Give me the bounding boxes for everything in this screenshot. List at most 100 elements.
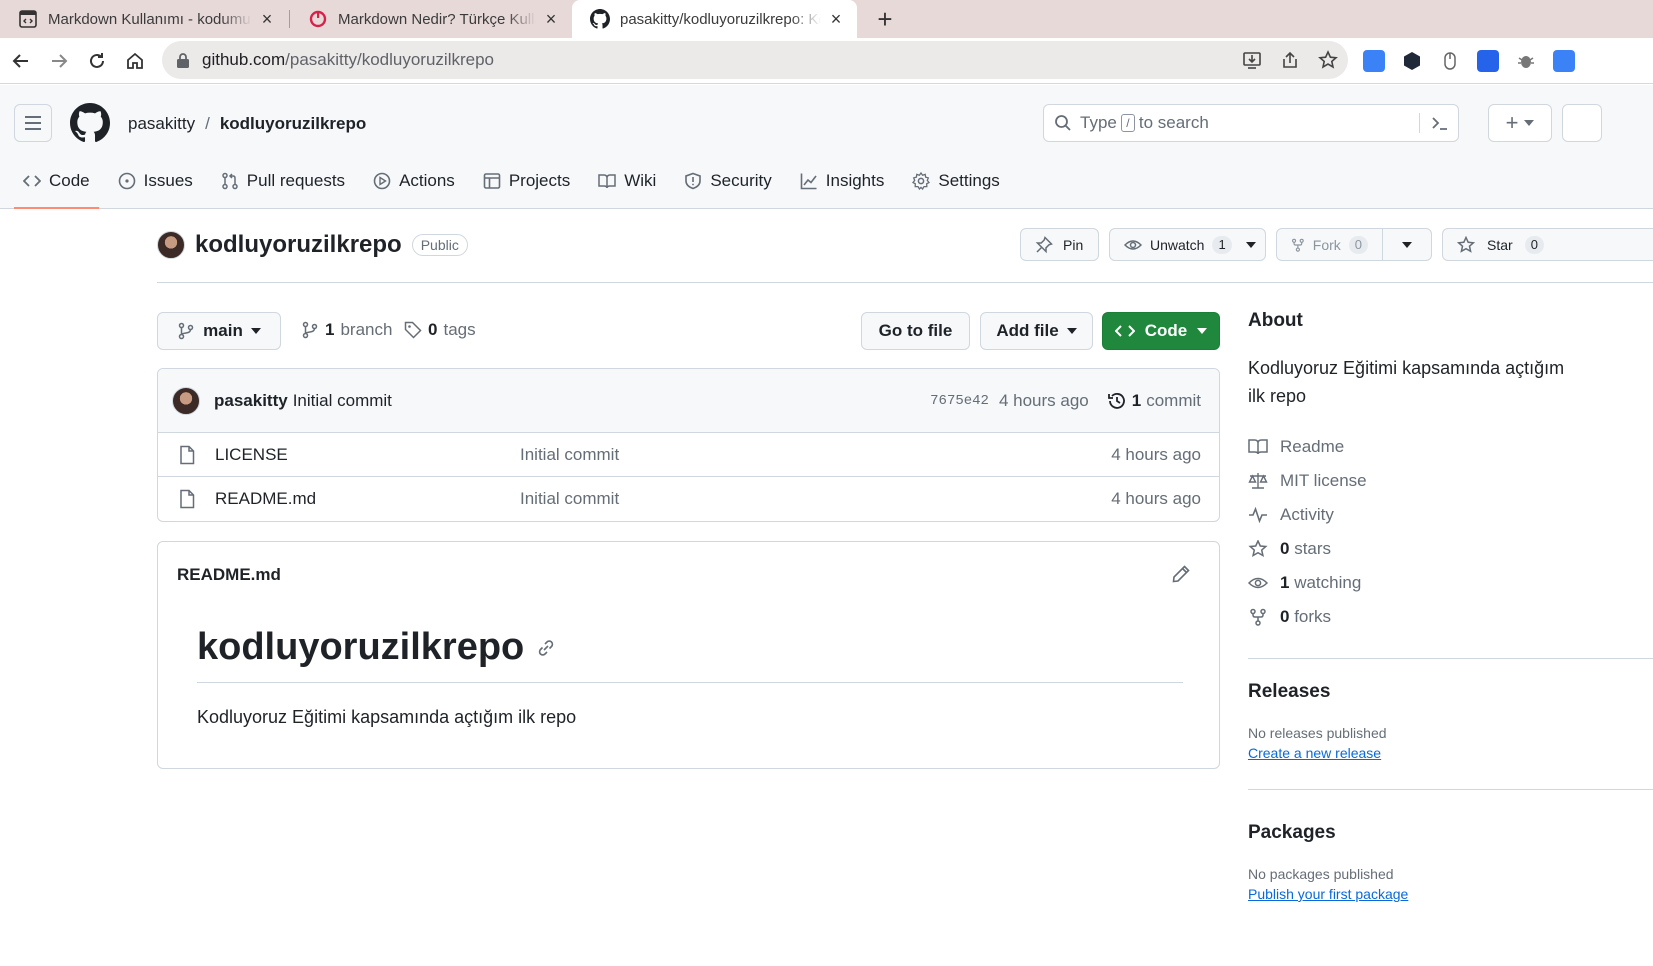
branches-link[interactable]: 1 branch xyxy=(301,320,392,340)
pin-button[interactable]: Pin xyxy=(1020,228,1099,261)
file-commit-message[interactable]: Initial commit xyxy=(520,445,619,465)
extension-icon-wave[interactable] xyxy=(1477,50,1499,72)
branch-count: 1 xyxy=(325,320,335,339)
search-input[interactable]: Type / to search xyxy=(1043,104,1459,142)
packages-title[interactable]: Packages xyxy=(1248,822,1653,844)
branch-icon xyxy=(178,322,194,340)
install-icon[interactable] xyxy=(1242,50,1262,70)
reload-button[interactable] xyxy=(82,46,112,76)
anchor-link-icon[interactable] xyxy=(536,638,556,658)
browser-tab-github-repo[interactable]: pasakitty/kodluyoruzilkrepo: Kodluyoruz … xyxy=(572,0,857,38)
extension-icon-search[interactable] xyxy=(1363,50,1385,72)
extension-icon-bug[interactable] xyxy=(1515,50,1537,72)
go-to-file-button[interactable]: Go to file xyxy=(861,312,970,350)
commit-history-link[interactable]: 1 commit xyxy=(1107,391,1201,411)
tab-security[interactable]: Security xyxy=(675,155,780,207)
search-divider xyxy=(1419,113,1420,133)
tab-actions[interactable]: Actions xyxy=(364,155,464,207)
avatar[interactable] xyxy=(172,386,200,415)
command-palette-icon[interactable] xyxy=(1430,113,1450,133)
tab-code[interactable]: Code xyxy=(14,155,99,209)
readme-panel: README.md kodluyoruzilkrepo Kodluyoruz E… xyxy=(157,541,1220,769)
extension-icon-hex[interactable] xyxy=(1401,50,1423,72)
tab-pull-requests[interactable]: Pull requests xyxy=(212,155,354,207)
back-button[interactable] xyxy=(6,46,36,76)
address-bar-actions xyxy=(1242,50,1338,70)
pull-request-icon xyxy=(222,172,238,190)
close-tab-icon[interactable]: × xyxy=(542,9,560,29)
license-link[interactable]: MIT license xyxy=(1248,464,1653,498)
tags-link[interactable]: 0 tags xyxy=(404,320,476,340)
publish-package-link[interactable]: Publish your first package xyxy=(1248,886,1653,902)
address-bar[interactable]: github.com/pasakitty/kodluyoruzilkrepo xyxy=(162,41,1348,79)
browser-tab-markdown-nedir[interactable]: Markdown Nedir? Türkçe Kullanım × xyxy=(290,0,572,38)
github-header: pasakitty / kodluyoruzilkrepo Type / to se… xyxy=(0,85,1653,209)
lock-icon xyxy=(176,52,190,68)
tab-label: Security xyxy=(710,171,772,190)
close-tab-icon[interactable]: × xyxy=(258,9,276,29)
menu-button[interactable] xyxy=(14,104,52,142)
tab-label: Wiki xyxy=(624,171,657,190)
add-file-button[interactable]: Add file xyxy=(980,312,1093,350)
file-name[interactable]: LICENSE xyxy=(215,445,288,465)
file-row[interactable]: LICENSE Initial commit 4 hours ago xyxy=(158,433,1219,477)
repo-link[interactable]: kodluyoruzilkrepo xyxy=(220,114,366,134)
unwatch-button[interactable]: Unwatch 1 xyxy=(1109,228,1266,261)
avatar[interactable] xyxy=(157,231,185,259)
unwatch-label: Unwatch xyxy=(1150,236,1205,253)
star-button[interactable]: Star 0 xyxy=(1442,228,1653,261)
about-links: Readme MIT license Activity 0 stars 1 wa… xyxy=(1248,430,1653,634)
issues-button[interactable] xyxy=(1562,104,1602,142)
new-tab-button[interactable]: + xyxy=(870,4,900,34)
pin-icon xyxy=(1035,235,1053,253)
fork-button[interactable]: Fork 0 xyxy=(1276,228,1432,261)
activity-label: Activity xyxy=(1280,505,1334,524)
create-new-button[interactable]: + xyxy=(1488,104,1552,142)
tab-insights[interactable]: Insights xyxy=(791,155,894,207)
file-age: 4 hours ago xyxy=(1111,489,1201,508)
close-tab-icon[interactable]: × xyxy=(827,9,845,29)
github-logo[interactable] xyxy=(70,103,110,143)
activity-link[interactable]: Activity xyxy=(1248,498,1653,532)
code-button[interactable]: Code xyxy=(1102,312,1220,350)
forward-button[interactable] xyxy=(44,46,74,76)
releases-title[interactable]: Releases xyxy=(1248,681,1653,703)
watchers-link[interactable]: 1 watching xyxy=(1248,566,1653,600)
fork-icon xyxy=(1291,238,1304,252)
visibility-badge: Public xyxy=(411,234,468,256)
browser-tab-markdown-kullanimi[interactable]: Markdown Kullanımı - kodumun × xyxy=(0,0,288,38)
file-icon xyxy=(180,445,195,464)
tab-projects[interactable]: Projects xyxy=(474,155,579,207)
commit-message[interactable]: Initial commit xyxy=(293,391,392,411)
reload-icon xyxy=(90,53,104,68)
fork-dropdown[interactable] xyxy=(1382,229,1431,260)
commit-sha[interactable]: 7675e42 xyxy=(930,393,989,409)
file-commit-message[interactable]: Initial commit xyxy=(520,489,619,509)
page-title[interactable]: kodluyoruzilkrepo xyxy=(195,231,402,259)
readme-link[interactable]: Readme xyxy=(1248,430,1653,464)
bookmark-star-icon[interactable] xyxy=(1318,50,1338,70)
branch-select[interactable]: main xyxy=(157,312,281,350)
forks-link[interactable]: 0 forks xyxy=(1248,600,1653,634)
tab-settings[interactable]: Settings xyxy=(903,155,1008,207)
shield-icon xyxy=(685,172,702,190)
tab-issues[interactable]: Issues xyxy=(109,155,202,207)
owner-link[interactable]: pasakitty xyxy=(128,114,195,134)
home-button[interactable] xyxy=(120,46,150,76)
readme-filename[interactable]: README.md xyxy=(177,565,281,585)
edit-pencil-icon[interactable] xyxy=(1171,564,1191,584)
repo-description: Kodluyoruz Eğitimi kapsamında açtığım il… xyxy=(1248,354,1653,410)
file-name[interactable]: README.md xyxy=(215,489,316,509)
stars-link[interactable]: 0 stars xyxy=(1248,532,1653,566)
caret-down-icon xyxy=(1066,328,1077,334)
extension-icon-edge[interactable] xyxy=(1553,50,1575,72)
add-file-label: Add file xyxy=(996,321,1059,340)
file-row[interactable]: README.md Initial commit 4 hours ago xyxy=(158,477,1219,521)
star-count: 0 xyxy=(1524,235,1544,254)
create-release-link[interactable]: Create a new release xyxy=(1248,745,1653,761)
commit-author[interactable]: pasakitty xyxy=(214,391,288,411)
share-icon[interactable] xyxy=(1280,50,1300,70)
caret-down-icon xyxy=(250,328,261,334)
extension-icon-mouse[interactable] xyxy=(1439,50,1461,72)
tab-wiki[interactable]: Wiki xyxy=(589,155,665,207)
